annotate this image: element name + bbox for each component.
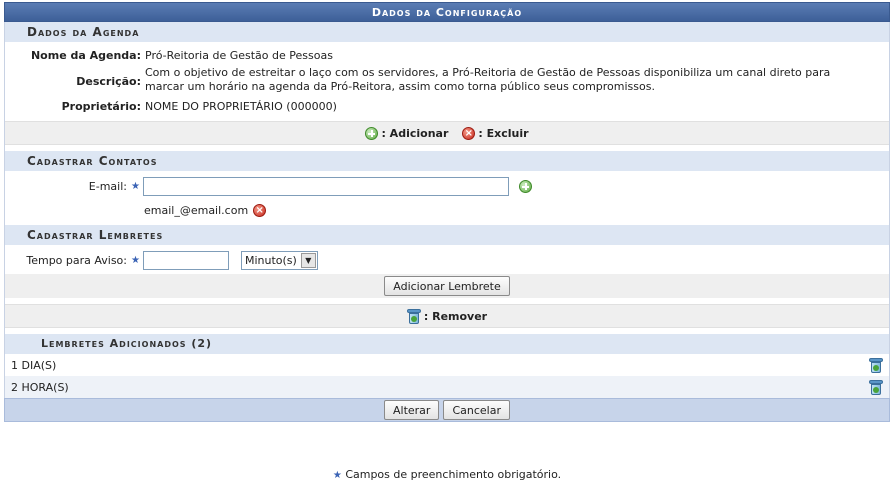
agenda-heading: Dados da Agenda bbox=[5, 22, 889, 42]
agenda-description-value: Com o objetivo de estreitar o laço com o… bbox=[145, 66, 831, 93]
agenda-name-label: Nome da Agenda: bbox=[30, 48, 141, 62]
add-icon bbox=[365, 126, 379, 140]
trash-icon bbox=[406, 308, 421, 324]
added-reminders-heading: Lembretes Adicionados (2) bbox=[5, 334, 889, 354]
email-label: E-mail: bbox=[88, 179, 127, 193]
remove-reminder-icon[interactable] bbox=[869, 379, 883, 395]
form-title: Dados da Configuração bbox=[4, 2, 890, 22]
required-star-icon: ★ bbox=[332, 470, 342, 481]
required-note: ★ Campos de preenchimento obrigatório. bbox=[0, 468, 894, 481]
unit-select[interactable]: Minuto(s) ▼ bbox=[240, 250, 318, 270]
email-input[interactable] bbox=[142, 176, 509, 196]
reminders-heading: Cadastrar Lembretes bbox=[5, 225, 889, 245]
required-star-icon: ★ bbox=[131, 180, 140, 192]
form-actions: Alterar Cancelar bbox=[4, 398, 890, 422]
remove-email-icon[interactable]: × bbox=[253, 203, 267, 217]
agenda-description-label: Descrição: bbox=[76, 75, 141, 88]
remove-reminder-icon[interactable] bbox=[869, 357, 883, 373]
agenda-section: Dados da Agenda Nome da Agenda: Pró-Reit… bbox=[4, 22, 890, 398]
reminder-label: 1 DIA(S) bbox=[11, 358, 57, 372]
cancelar-button[interactable]: Cancelar bbox=[443, 400, 510, 420]
agenda-owner-value: NOME DO PROPRIETÁRIO (000000) bbox=[145, 99, 337, 113]
chevron-down-icon[interactable]: ▼ bbox=[300, 252, 316, 268]
legend-delete-label: : Excluir bbox=[478, 126, 529, 140]
contacts-heading: Cadastrar Contatos bbox=[5, 151, 889, 171]
delete-icon: × bbox=[462, 126, 476, 140]
legend-remove: : Remover bbox=[5, 304, 889, 328]
list-item: 1 DIA(S) bbox=[5, 354, 889, 376]
list-item: 2 HORA(S) bbox=[5, 376, 889, 398]
legend-remove-label: : Remover bbox=[423, 309, 488, 323]
alterar-button[interactable]: Alterar bbox=[384, 400, 440, 420]
agenda-owner-label: Proprietário: bbox=[61, 99, 141, 113]
added-email: email_@email.com bbox=[144, 203, 249, 217]
tempo-input[interactable] bbox=[142, 250, 229, 270]
tempo-label: Tempo para Aviso: bbox=[26, 253, 127, 267]
add-reminder-button[interactable]: Adicionar Lembrete bbox=[384, 276, 510, 296]
reminder-label: 2 HORA(S) bbox=[11, 380, 69, 394]
agenda-name-value: Pró-Reitoria de Gestão de Pessoas bbox=[145, 48, 333, 62]
legend-add-delete: : Adicionar × : Excluir bbox=[5, 121, 889, 145]
add-email-icon[interactable] bbox=[518, 179, 532, 193]
required-note-text: Campos de preenchimento obrigatório. bbox=[345, 468, 562, 481]
unit-selected-value: Minuto(s) bbox=[244, 253, 297, 267]
legend-add-label: : Adicionar bbox=[381, 126, 449, 140]
configuration-form: Dados da Configuração Dados da Agenda No… bbox=[4, 2, 890, 422]
required-star-icon: ★ bbox=[131, 254, 140, 266]
